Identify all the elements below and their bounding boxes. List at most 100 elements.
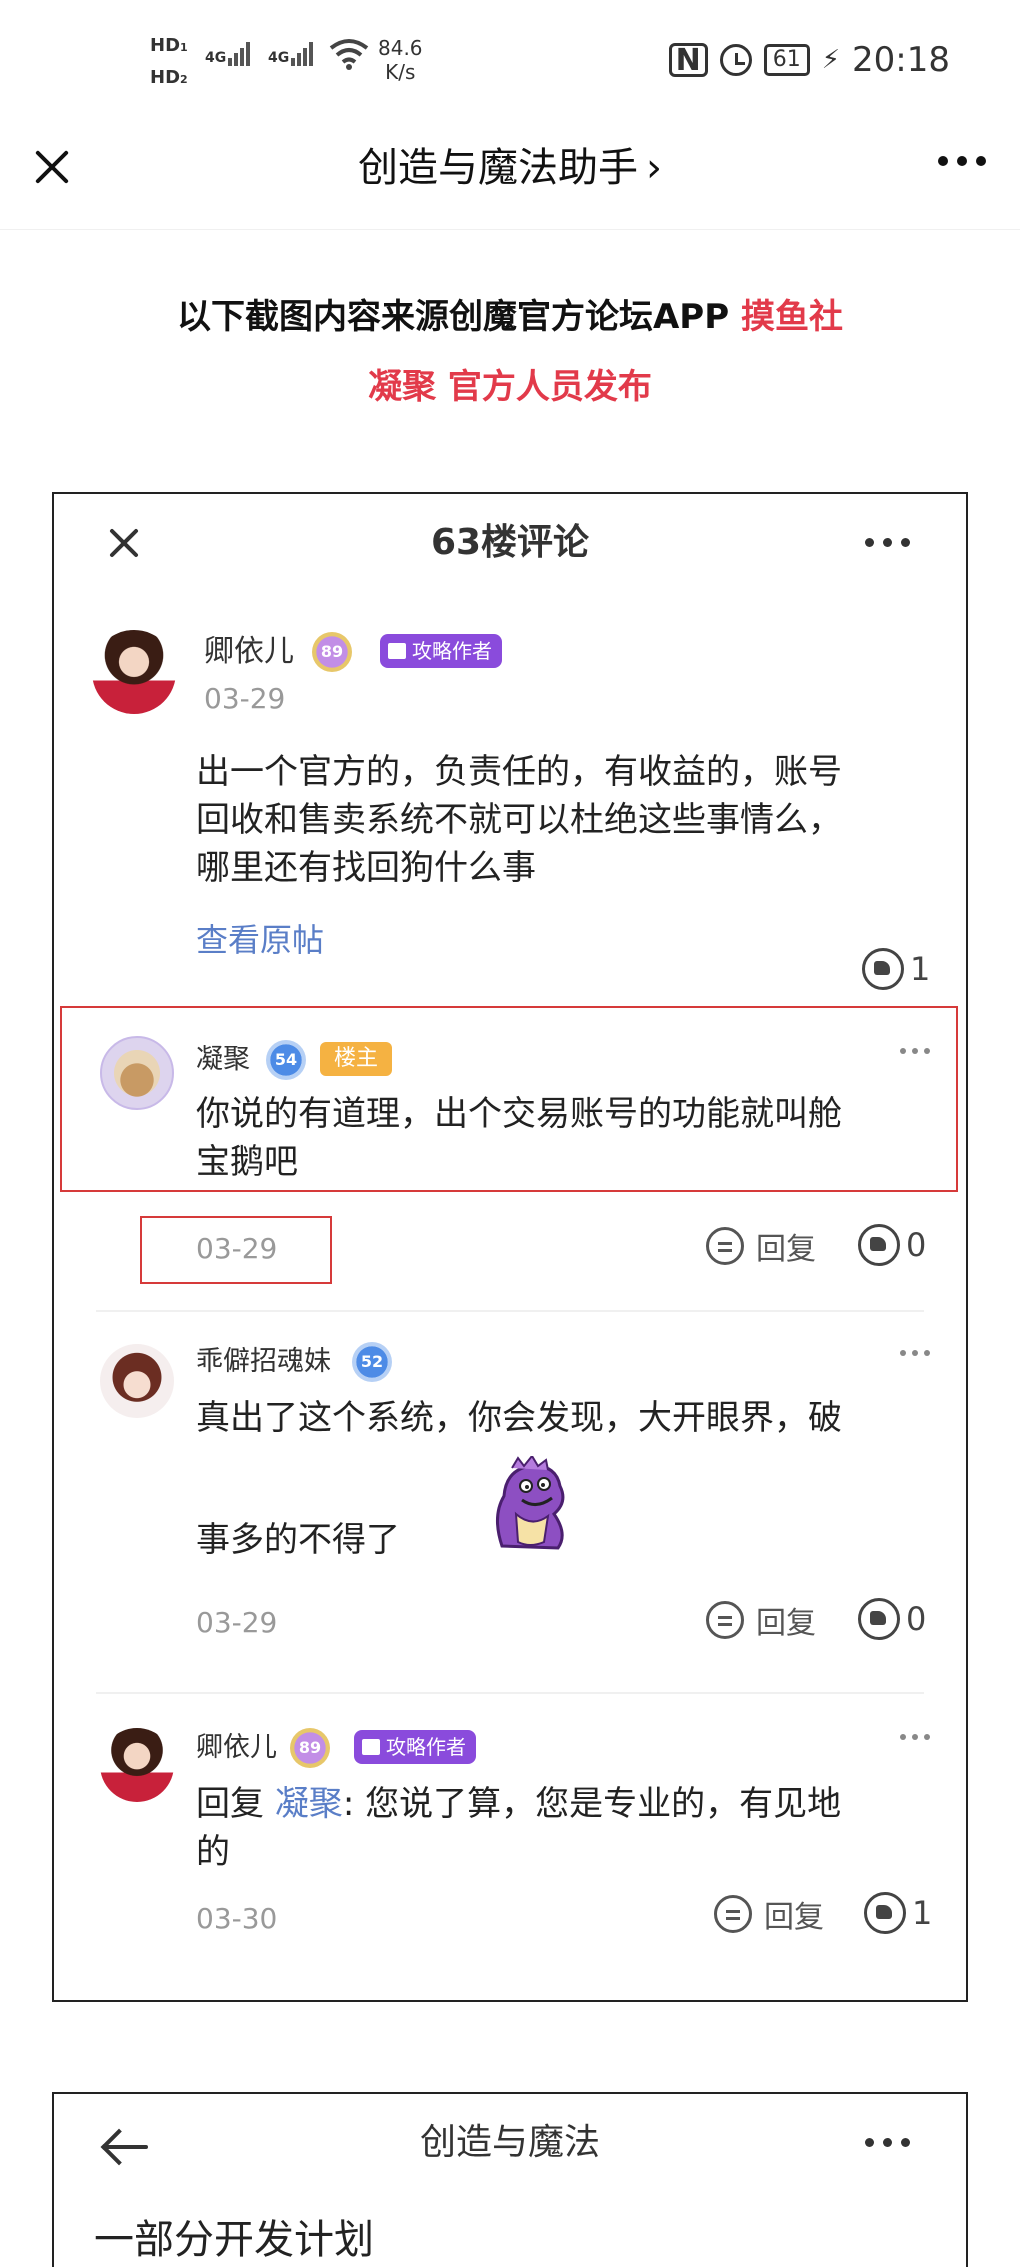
thread-owner-badge: 楼主 bbox=[320, 1042, 393, 1076]
level-badge: 89 bbox=[290, 1728, 330, 1768]
hd1-label: HD bbox=[150, 35, 181, 56]
reply-icon bbox=[706, 1601, 744, 1639]
comment-content-line: 事多的不得了 bbox=[196, 1520, 400, 1560]
like-button[interactable]: 1 bbox=[862, 948, 930, 990]
reply-icon bbox=[714, 1895, 752, 1933]
post-date: 03-29 bbox=[204, 682, 286, 715]
hd2-sub: 2 bbox=[180, 73, 188, 86]
post-username[interactable]: 卿依儿 bbox=[204, 632, 294, 672]
thumbs-up-icon bbox=[862, 948, 904, 990]
speed-value: 84.6 bbox=[378, 36, 423, 60]
avatar[interactable] bbox=[100, 1728, 174, 1802]
comment-content: 回复 凝聚: 您说了算，您是专业的，有见地 的 bbox=[196, 1780, 841, 1876]
hd-indicator: HD1 HD2 bbox=[150, 36, 188, 100]
reply-button[interactable]: 回复 bbox=[706, 1224, 816, 1268]
like-button[interactable]: 1 bbox=[864, 1892, 932, 1934]
post-content-line: 出一个官方的，负责任的，有收益的，账号 bbox=[196, 752, 842, 792]
source-app-name: 摸鱼社 bbox=[741, 297, 843, 337]
level-badge: 52 bbox=[352, 1342, 392, 1382]
comment-content: 事多的不得了 bbox=[196, 1516, 400, 1564]
comment-content-line: 真出了这个系统，你会发现，大开眼界，破 bbox=[196, 1398, 842, 1438]
comment-content-line: 的 bbox=[196, 1832, 230, 1872]
reply-button[interactable]: 回复 bbox=[706, 1598, 816, 1642]
reply-button[interactable]: 回复 bbox=[714, 1892, 824, 1936]
like-count: 0 bbox=[906, 1600, 927, 1638]
reply-label: 回复 bbox=[756, 1606, 816, 1641]
thread-title: 63楼评论 bbox=[430, 522, 590, 563]
speed-unit: K/s bbox=[385, 60, 416, 84]
author-badge: 攻略作者 bbox=[380, 634, 502, 668]
post-content-line: 哪里还有找回狗什么事 bbox=[196, 848, 536, 888]
reply-prefix: 回复 bbox=[196, 1784, 275, 1824]
reply-icon bbox=[706, 1227, 744, 1265]
nfc-icon: N bbox=[668, 43, 708, 77]
comment-username[interactable]: 凝聚 bbox=[196, 1040, 250, 1080]
dev-plan-heading: 一部分开发计划 bbox=[94, 2217, 374, 2263]
signal-1-icon: 4G bbox=[205, 42, 252, 66]
signal-1-label: 4G bbox=[205, 50, 227, 66]
author-badge: 攻略作者 bbox=[354, 1730, 476, 1764]
comment-date: 03-30 bbox=[196, 1902, 278, 1935]
hd1-sub: 1 bbox=[180, 41, 188, 54]
thumbs-up-icon bbox=[858, 1598, 900, 1640]
comment-thread-screenshot: 63楼评论 卿依儿 89 攻略作者 03-29 出一个官方的，负责任的，有收益的… bbox=[52, 492, 968, 2002]
hd2-label: HD bbox=[150, 67, 181, 88]
comment-username[interactable]: 乖僻招魂妹 bbox=[196, 1342, 331, 1382]
comment-date: 03-29 bbox=[196, 1606, 278, 1639]
app-title[interactable]: 创造与魔法助手 › bbox=[0, 140, 1020, 196]
post-content: 出一个官方的，负责任的，有收益的，账号 回收和售卖系统不就可以杜绝这些事情么， … bbox=[196, 748, 842, 892]
view-original-link[interactable]: 查看原帖 bbox=[196, 918, 324, 962]
screenshot-title: 创造与魔法 bbox=[419, 2122, 600, 2163]
app-title-text: 创造与魔法助手 bbox=[358, 145, 638, 191]
network-speed: 84.6 K/s bbox=[378, 36, 423, 84]
book-icon bbox=[388, 643, 406, 659]
wifi-icon bbox=[329, 39, 369, 70]
comment-content-line: : 您说了算，您是专业的，有见地 bbox=[342, 1784, 842, 1824]
thumbs-up-icon bbox=[858, 1224, 900, 1266]
publisher-notice: 凝聚 官方人员发布 bbox=[368, 367, 652, 407]
charging-icon: ⚡ bbox=[821, 45, 841, 75]
clock: 20:18 bbox=[852, 40, 950, 80]
comment-more-button[interactable] bbox=[900, 1350, 930, 1356]
signal-2-icon: 4G bbox=[268, 42, 315, 66]
comment-content: 你说的有道理，出个交易账号的功能就叫舱 宝鹅吧 bbox=[196, 1090, 842, 1186]
more-menu-button[interactable] bbox=[865, 538, 910, 547]
avatar[interactable] bbox=[92, 630, 176, 714]
signal-2-label: 4G bbox=[268, 50, 290, 66]
source-notice-text: 以下截图内容来源创魔官方论坛APP bbox=[177, 297, 741, 337]
reply-label: 回复 bbox=[756, 1232, 816, 1267]
comment-content-line: 宝鹅吧 bbox=[196, 1142, 298, 1182]
comment-date: 03-29 bbox=[196, 1232, 278, 1265]
source-notice: 以下截图内容来源创魔官方论坛APP 摸鱼社 bbox=[0, 292, 1020, 342]
like-count: 1 bbox=[912, 1894, 933, 1932]
battery-icon: 61 bbox=[763, 44, 810, 76]
like-count: 0 bbox=[906, 1226, 927, 1264]
comment-content-line: 你说的有道理，出个交易账号的功能就叫舱 bbox=[196, 1094, 842, 1134]
mention-link[interactable]: 凝聚 bbox=[275, 1784, 343, 1824]
app-header: 创造与魔法助手 › bbox=[0, 120, 1020, 230]
comment-more-button[interactable] bbox=[900, 1734, 930, 1740]
avatar[interactable] bbox=[100, 1344, 174, 1418]
avatar[interactable] bbox=[100, 1036, 174, 1110]
like-button[interactable]: 0 bbox=[858, 1224, 926, 1266]
dinosaur-sticker bbox=[496, 1456, 565, 1550]
more-menu-button[interactable] bbox=[865, 2138, 910, 2147]
status-bar: HD1 HD2 4G 4G 84.6 K/s N 61 ⚡ 20:18 bbox=[0, 0, 1020, 120]
reply-label: 回复 bbox=[764, 1900, 824, 1935]
thread-header: 63楼评论 bbox=[54, 494, 966, 592]
author-badge-label: 攻略作者 bbox=[386, 1735, 466, 1759]
post-content-line: 回收和售卖系统不就可以杜绝这些事情么， bbox=[196, 800, 842, 840]
author-badge-label: 攻略作者 bbox=[412, 639, 492, 663]
alarm-icon bbox=[719, 44, 752, 76]
comment-username[interactable]: 卿依儿 bbox=[196, 1728, 277, 1768]
like-button[interactable]: 0 bbox=[858, 1598, 926, 1640]
dev-plan-screenshot: 创造与魔法 一部分开发计划 bbox=[52, 2092, 968, 2267]
chevron-right-icon: › bbox=[646, 145, 662, 191]
more-menu-button[interactable] bbox=[938, 156, 986, 166]
level-badge: 54 bbox=[266, 1040, 306, 1080]
divider bbox=[96, 1692, 924, 1694]
level-badge: 89 bbox=[312, 632, 352, 672]
comment-more-button[interactable] bbox=[900, 1048, 930, 1054]
book-icon bbox=[362, 1739, 380, 1755]
divider bbox=[96, 1310, 924, 1312]
